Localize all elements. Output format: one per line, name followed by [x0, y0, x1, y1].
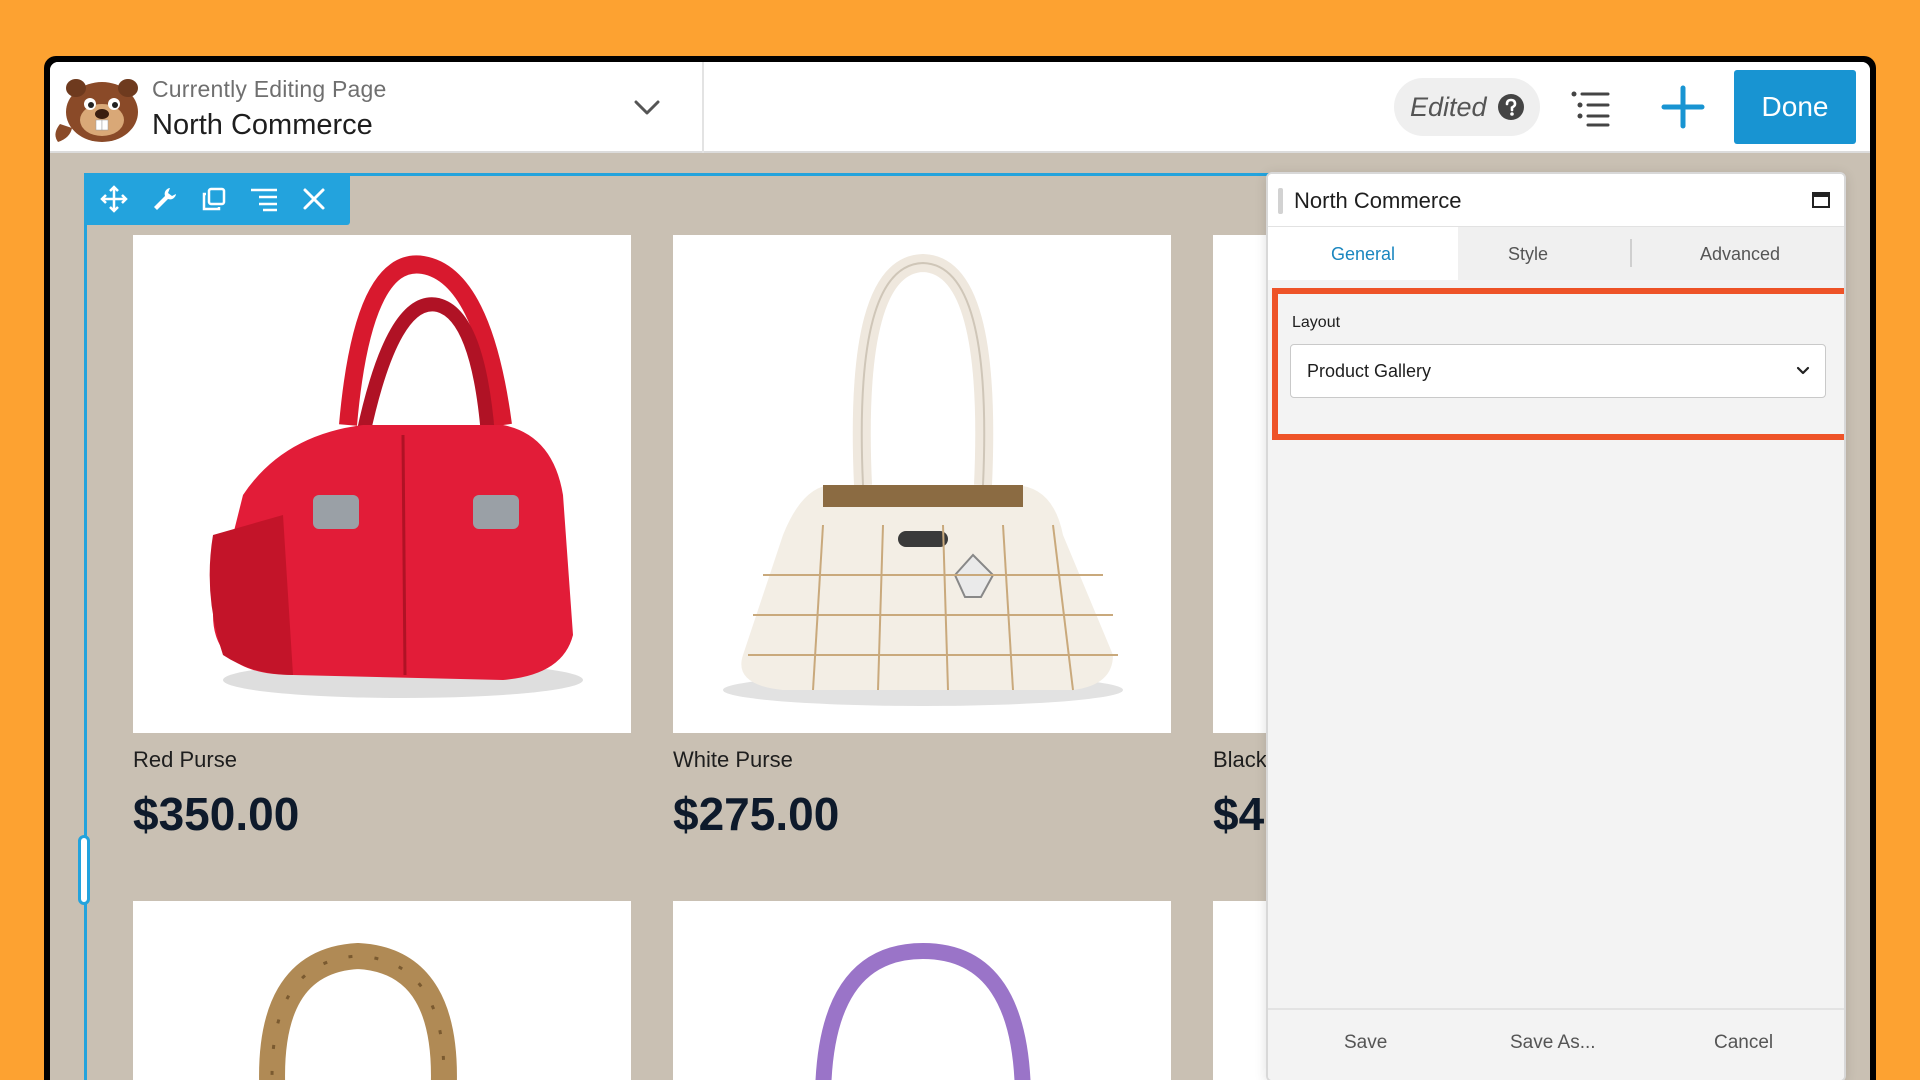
product-price: $275.00: [673, 788, 840, 840]
layout-select[interactable]: Product Gallery: [1290, 344, 1826, 398]
product-image[interactable]: [133, 235, 631, 733]
wrench-icon[interactable]: [148, 183, 180, 215]
save-button[interactable]: Save: [1344, 1032, 1387, 1054]
outline-list-icon[interactable]: [1568, 88, 1612, 128]
panel-title: North Commerce: [1294, 188, 1462, 213]
product-name[interactable]: White Purse: [673, 747, 793, 773]
browser-frame: Currently Editing Page North Commerce Ed…: [44, 56, 1876, 1080]
top-bar: Currently Editing Page North Commerce Ed…: [50, 62, 1870, 153]
close-icon[interactable]: [298, 183, 330, 215]
done-button[interactable]: Done: [1734, 70, 1856, 144]
product-name[interactable]: Red Purse: [133, 747, 237, 773]
outline-list-icon[interactable]: [248, 183, 280, 215]
question-circle-icon[interactable]: [1497, 93, 1525, 121]
beaver-logo-icon[interactable]: [50, 68, 150, 146]
chevron-down-icon: [1796, 366, 1810, 375]
product-image[interactable]: [1213, 901, 1273, 1080]
module-toolbar: [84, 173, 350, 225]
layout-field-highlight: Layout Product Gallery: [1272, 288, 1844, 440]
product-price: $4: [1213, 788, 1265, 840]
move-icon[interactable]: [98, 183, 130, 215]
builder-window: Currently Editing Page North Commerce Ed…: [50, 62, 1870, 1080]
plus-icon[interactable]: [1660, 84, 1706, 130]
module-settings-panel: North Commerce General Style Advanced La…: [1266, 172, 1846, 1080]
product-price: $350.00: [133, 788, 300, 840]
resize-handle[interactable]: [78, 835, 90, 905]
tab-general[interactable]: General: [1268, 227, 1458, 281]
tab-advanced[interactable]: Advanced: [1632, 227, 1844, 281]
panel-header[interactable]: North Commerce: [1268, 174, 1844, 226]
panel-footer: Save Save As... Cancel: [1268, 1008, 1844, 1080]
layout-select-value: Product Gallery: [1307, 360, 1432, 381]
product-image[interactable]: [673, 901, 1171, 1080]
layout-label: Layout: [1292, 314, 1341, 331]
cancel-button[interactable]: Cancel: [1714, 1032, 1773, 1054]
page-info[interactable]: Currently Editing Page North Commerce: [152, 76, 387, 142]
tab-style[interactable]: Style: [1458, 227, 1598, 281]
product-name[interactable]: Black: [1213, 747, 1267, 773]
panel-tabs: General Style Advanced: [1268, 226, 1844, 281]
save-as-button[interactable]: Save As...: [1510, 1032, 1596, 1054]
panel-body: Layout Product Gallery: [1268, 280, 1844, 1008]
drag-grip[interactable]: [1278, 188, 1283, 214]
chevron-down-icon[interactable]: [630, 92, 664, 122]
edited-status-badge[interactable]: Edited: [1394, 78, 1540, 136]
product-image[interactable]: [133, 901, 631, 1080]
product-image[interactable]: [1213, 235, 1273, 733]
maximize-icon[interactable]: [1812, 192, 1830, 208]
page-canvas: Red Purse $350.00 White Purse $275.00 Bl…: [50, 155, 1870, 1080]
page-title: North Commerce: [152, 109, 373, 141]
edited-status-text: Edited: [1410, 91, 1487, 122]
topbar-divider: [702, 62, 704, 153]
editing-label: Currently Editing Page: [152, 76, 387, 102]
product-image[interactable]: [673, 235, 1171, 733]
duplicate-icon[interactable]: [198, 183, 230, 215]
